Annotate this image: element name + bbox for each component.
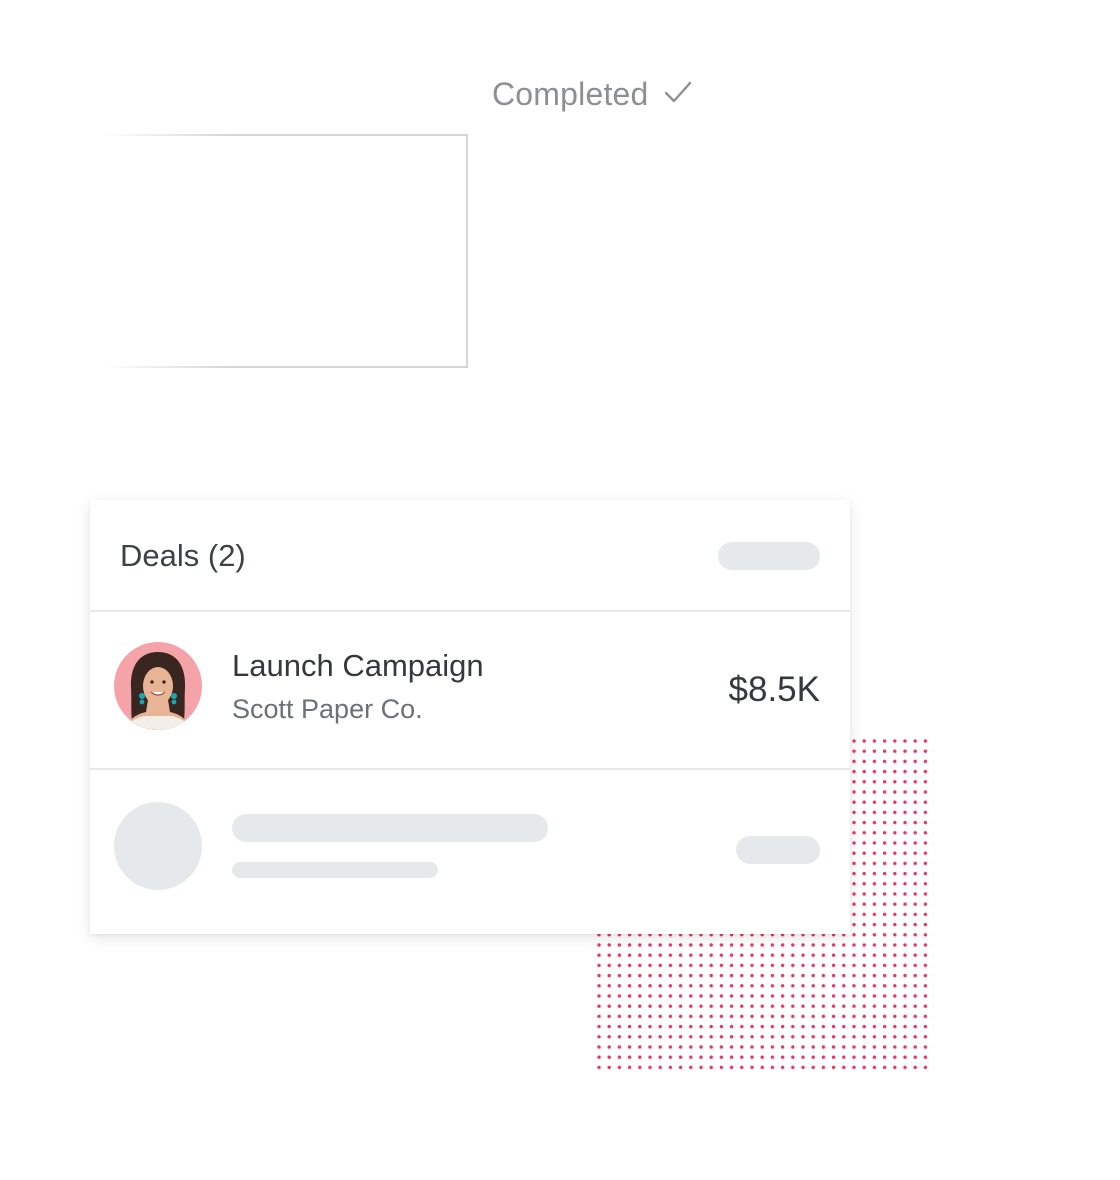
deal-amount: $8.5K: [728, 670, 820, 709]
deals-illustration: Completed Deals (2) Launch Campaign Scot…: [0, 0, 1120, 1180]
person-avatar: [114, 642, 202, 730]
placeholder-subtitle-line: [232, 862, 438, 878]
deals-card-title: Deals (2): [120, 538, 246, 573]
ghost-outline-box: [100, 134, 468, 368]
deals-card: Deals (2) Launch Campaign Scott Paper Co…: [90, 500, 850, 934]
status-completed: Completed: [492, 76, 693, 113]
avatar-left-eye: [150, 680, 154, 684]
avatar-left-earring: [139, 693, 145, 699]
avatar-right-earring: [171, 693, 177, 699]
deal-row[interactable]: Launch Campaign Scott Paper Co. $8.5K: [90, 612, 850, 770]
status-label: Completed: [492, 76, 649, 112]
deals-card-header: Deals (2): [90, 500, 850, 612]
checkmark-icon: [664, 81, 691, 102]
placeholder-amount-pill: [736, 836, 820, 864]
placeholder-deal-row: [90, 770, 850, 932]
ghost-box-right-edge: [466, 134, 468, 368]
avatar-left-earring-drop: [139, 699, 145, 705]
placeholder-avatar: [114, 802, 202, 890]
avatar-right-earring-drop: [171, 699, 177, 705]
ghost-box-bottom-edge: [100, 366, 468, 368]
deal-name: Launch Campaign: [232, 648, 484, 683]
avatar-right-eye: [162, 680, 166, 684]
ghost-box-top-edge: [100, 134, 468, 136]
header-placeholder-pill: [718, 542, 820, 570]
deal-company: Scott Paper Co.: [232, 694, 423, 724]
placeholder-title-line: [232, 814, 548, 842]
avatar-face: [143, 667, 173, 705]
